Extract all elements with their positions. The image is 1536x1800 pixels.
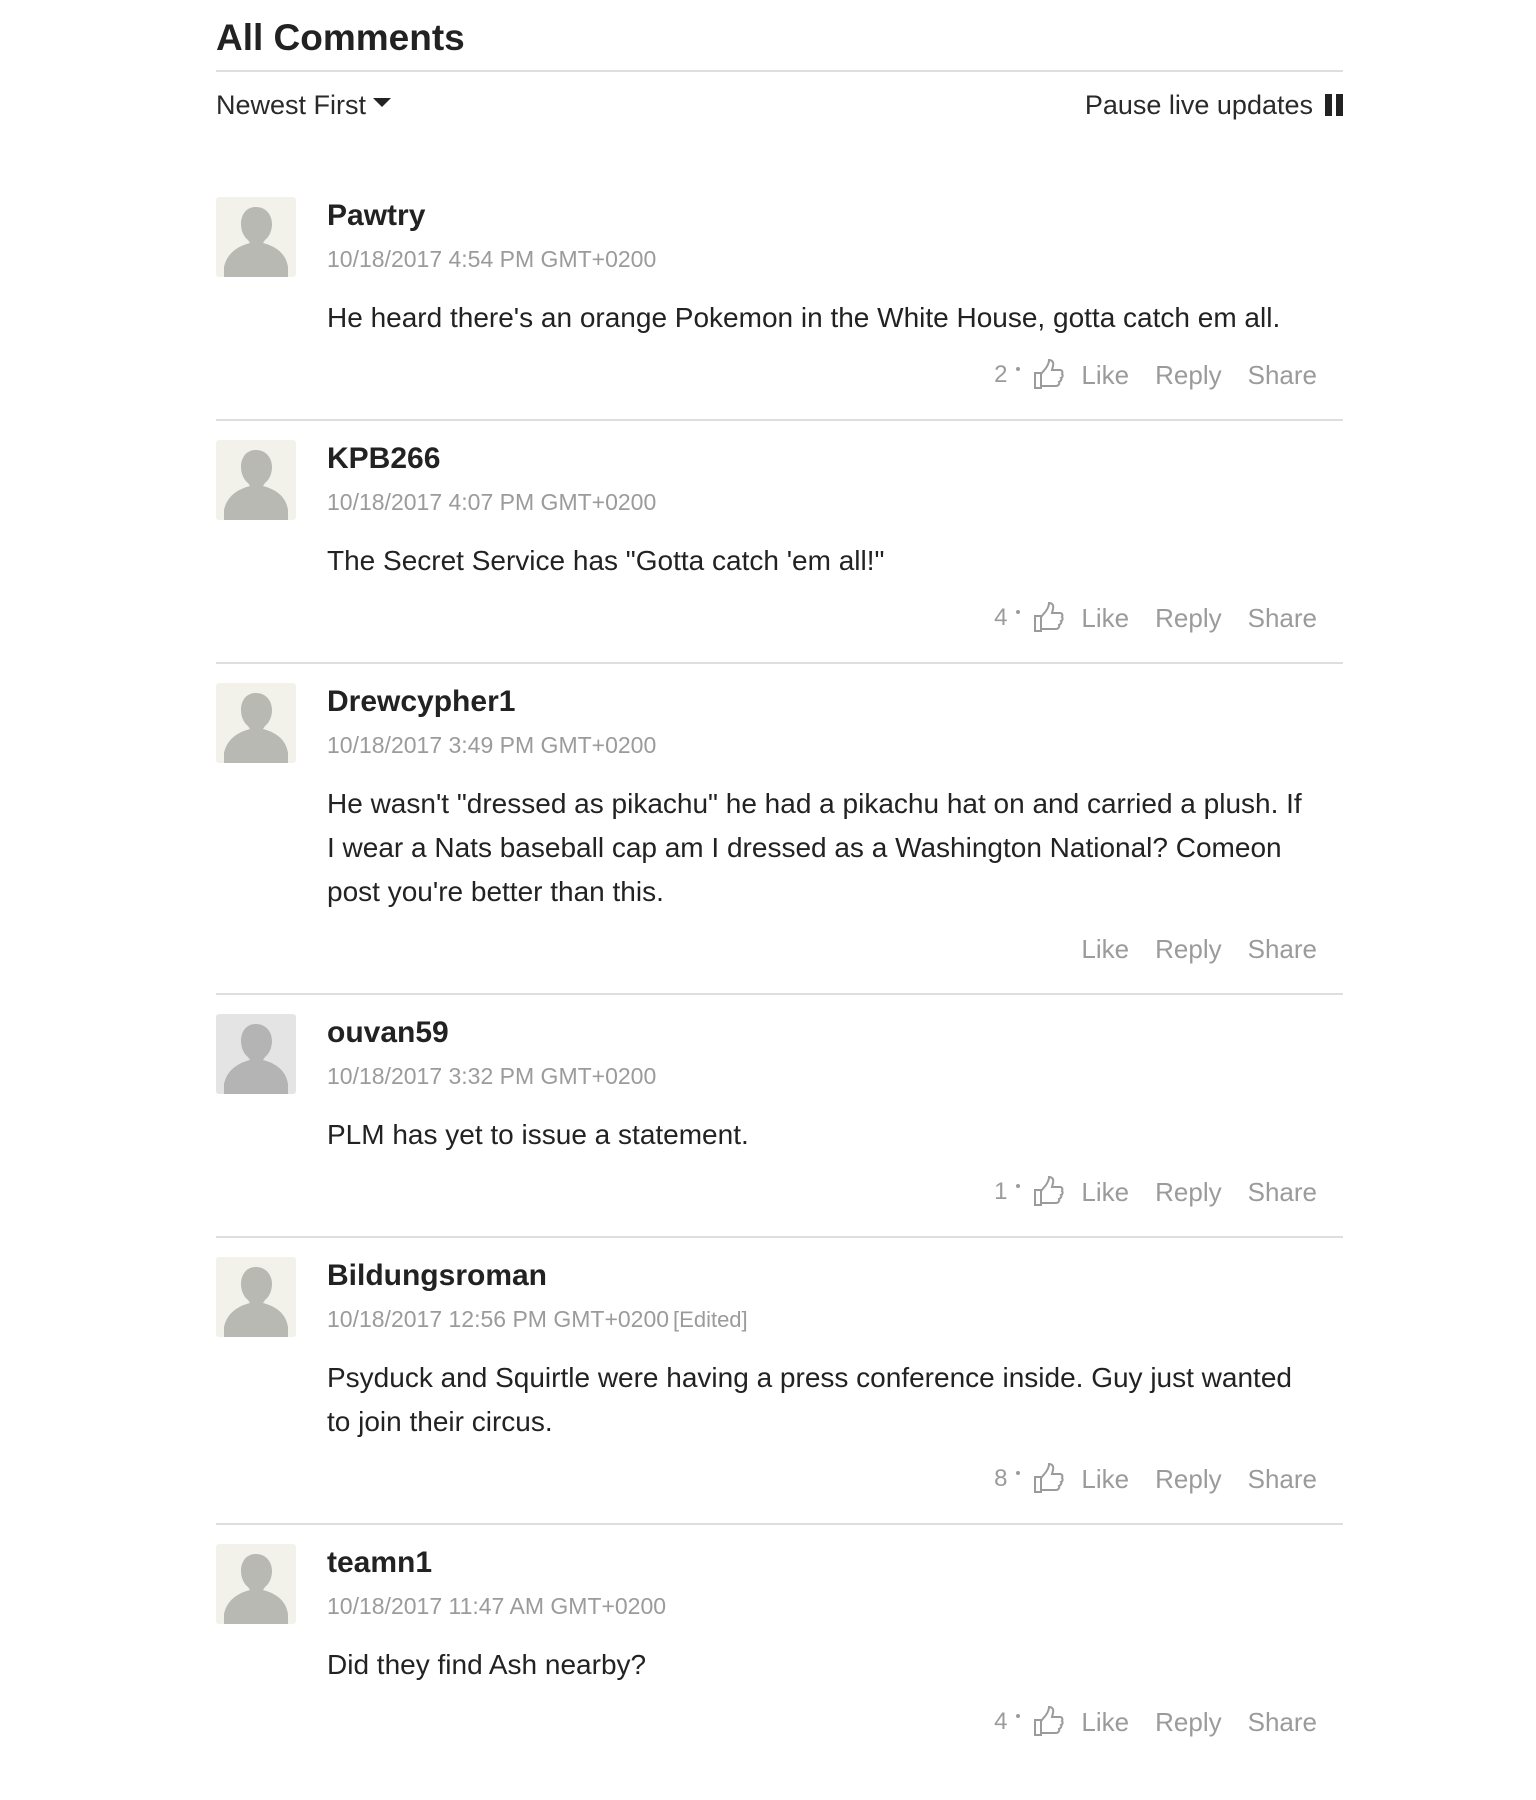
user-silhouette-icon bbox=[224, 1024, 288, 1094]
separator-dot bbox=[1016, 610, 1021, 614]
avatar[interactable] bbox=[216, 1544, 296, 1624]
thumbs-up-icon[interactable] bbox=[1032, 359, 1065, 391]
like-button[interactable]: Like bbox=[1081, 360, 1129, 391]
comment-text: He heard there's an orange Pokemon in th… bbox=[327, 302, 1281, 333]
like-button[interactable]: Like bbox=[1081, 1464, 1129, 1495]
comment-author[interactable]: Bildungsroman bbox=[327, 1257, 1317, 1291]
thumbs-up-icon[interactable] bbox=[1032, 1176, 1065, 1208]
comment-list: Pawtry 10/18/2017 4:54 PM GMT+0200 He he… bbox=[216, 197, 1343, 1747]
like-button[interactable]: Like bbox=[1081, 1707, 1129, 1738]
like-count: 2 bbox=[994, 361, 1008, 388]
user-silhouette-icon bbox=[224, 1267, 288, 1337]
like-button[interactable]: Like bbox=[1081, 1177, 1129, 1208]
comment-text: The Secret Service has "Gotta catch 'em … bbox=[327, 545, 885, 576]
reply-button[interactable]: Reply bbox=[1155, 603, 1221, 634]
comment-text: Did they find Ash nearby? bbox=[327, 1649, 647, 1680]
comment-author[interactable]: ouvan59 bbox=[327, 1014, 1317, 1048]
avatar[interactable] bbox=[216, 1257, 296, 1337]
comment-author[interactable]: Drewcypher1 bbox=[327, 683, 1317, 717]
sort-dropdown[interactable]: Newest First bbox=[216, 89, 392, 121]
separator-dot bbox=[1016, 1714, 1021, 1718]
comment-item: Drewcypher1 10/18/2017 3:49 PM GMT+0200 … bbox=[216, 683, 1343, 995]
timestamp-text: 10/18/2017 4:54 PM GMT+0200 bbox=[327, 246, 657, 272]
timestamp-text: 10/18/2017 4:07 PM GMT+0200 bbox=[327, 489, 657, 515]
comment-timestamp: 10/18/2017 4:07 PM GMT+0200 bbox=[327, 491, 1317, 514]
comment-author[interactable]: KPB266 bbox=[327, 440, 1317, 474]
comment-actions: 8 Like Reply Share bbox=[327, 1454, 1317, 1504]
comment-text: He wasn't "dressed as pikachu" he had a … bbox=[327, 788, 1302, 907]
thumbs-up-icon[interactable] bbox=[1032, 1706, 1065, 1738]
timestamp-text: 10/18/2017 11:47 AM GMT+0200 bbox=[327, 1593, 667, 1619]
comment-actions: 4 Like Reply Share bbox=[327, 1697, 1317, 1747]
timestamp-text: 10/18/2017 12:56 PM GMT+0200 bbox=[327, 1306, 670, 1332]
share-button[interactable]: Share bbox=[1248, 360, 1317, 391]
separator-dot bbox=[1016, 367, 1021, 371]
caret-down-icon bbox=[373, 97, 392, 107]
pause-live-updates-button[interactable]: Pause live updates bbox=[1085, 90, 1343, 121]
comment-actions: 4 Like Reply Share bbox=[327, 593, 1317, 643]
avatar[interactable] bbox=[216, 683, 296, 763]
comment-author[interactable]: teamn1 bbox=[327, 1544, 1317, 1578]
comment-timestamp: 10/18/2017 11:47 AM GMT+0200 bbox=[327, 1595, 1317, 1618]
thumbs-up-icon[interactable] bbox=[1032, 602, 1065, 634]
share-button[interactable]: Share bbox=[1248, 603, 1317, 634]
avatar[interactable] bbox=[216, 440, 296, 520]
comments-section: All Comments Newest First Pause live upd… bbox=[216, 0, 1343, 1747]
like-count: 4 bbox=[994, 1708, 1008, 1735]
comment-actions: Like Reply Share bbox=[327, 924, 1317, 974]
comment-actions: 1 Like Reply Share bbox=[327, 1167, 1317, 1217]
share-button[interactable]: Share bbox=[1248, 1707, 1317, 1738]
share-button[interactable]: Share bbox=[1248, 1464, 1317, 1495]
comment-item: Pawtry 10/18/2017 4:54 PM GMT+0200 He he… bbox=[216, 197, 1343, 421]
timestamp-text: 10/18/2017 3:49 PM GMT+0200 bbox=[327, 732, 657, 758]
reply-button[interactable]: Reply bbox=[1155, 1464, 1221, 1495]
timestamp-text: 10/18/2017 3:32 PM GMT+0200 bbox=[327, 1063, 657, 1089]
reply-button[interactable]: Reply bbox=[1155, 1177, 1221, 1208]
avatar[interactable] bbox=[216, 1014, 296, 1094]
comment-item: ouvan59 10/18/2017 3:32 PM GMT+0200 PLM … bbox=[216, 1014, 1343, 1238]
user-silhouette-icon bbox=[224, 1554, 288, 1624]
comments-controls: Newest First Pause live updates bbox=[216, 82, 1343, 128]
separator-dot bbox=[1016, 1184, 1021, 1188]
comment-text: Psyduck and Squirtle were having a press… bbox=[327, 1362, 1292, 1437]
avatar[interactable] bbox=[216, 197, 296, 277]
like-count: 8 bbox=[994, 1465, 1008, 1492]
edited-label: [Edited] bbox=[673, 1307, 748, 1332]
user-silhouette-icon bbox=[224, 450, 288, 520]
comment-item: teamn1 10/18/2017 11:47 AM GMT+0200 Did … bbox=[216, 1544, 1343, 1747]
reply-button[interactable]: Reply bbox=[1155, 934, 1221, 965]
reply-button[interactable]: Reply bbox=[1155, 1707, 1221, 1738]
like-count: 1 bbox=[994, 1178, 1008, 1205]
comments-heading: All Comments bbox=[216, 0, 1343, 72]
like-button[interactable]: Like bbox=[1081, 603, 1129, 634]
share-button[interactable]: Share bbox=[1248, 1177, 1317, 1208]
comment-timestamp: 10/18/2017 12:56 PM GMT+0200 [Edited] bbox=[327, 1308, 1317, 1331]
sort-label: Newest First bbox=[216, 89, 367, 120]
separator-dot bbox=[1016, 1471, 1021, 1475]
user-silhouette-icon bbox=[224, 693, 288, 763]
share-button[interactable]: Share bbox=[1248, 934, 1317, 965]
reply-button[interactable]: Reply bbox=[1155, 360, 1221, 391]
comment-timestamp: 10/18/2017 4:54 PM GMT+0200 bbox=[327, 248, 1317, 271]
comment-item: Bildungsroman 10/18/2017 12:56 PM GMT+02… bbox=[216, 1257, 1343, 1525]
comment-item: KPB266 10/18/2017 4:07 PM GMT+0200 The S… bbox=[216, 440, 1343, 664]
comment-timestamp: 10/18/2017 3:32 PM GMT+0200 bbox=[327, 1065, 1317, 1088]
comment-timestamp: 10/18/2017 3:49 PM GMT+0200 bbox=[327, 734, 1317, 757]
pause-label: Pause live updates bbox=[1084, 89, 1313, 120]
comment-text: PLM has yet to issue a statement. bbox=[327, 1119, 749, 1150]
comment-actions: 2 Like Reply Share bbox=[327, 350, 1317, 400]
like-button[interactable]: Like bbox=[1081, 934, 1129, 965]
user-silhouette-icon bbox=[224, 207, 288, 277]
thumbs-up-icon[interactable] bbox=[1032, 1463, 1065, 1495]
comment-author[interactable]: Pawtry bbox=[327, 197, 1317, 231]
pause-icon bbox=[1325, 94, 1343, 116]
like-count: 4 bbox=[994, 604, 1008, 631]
